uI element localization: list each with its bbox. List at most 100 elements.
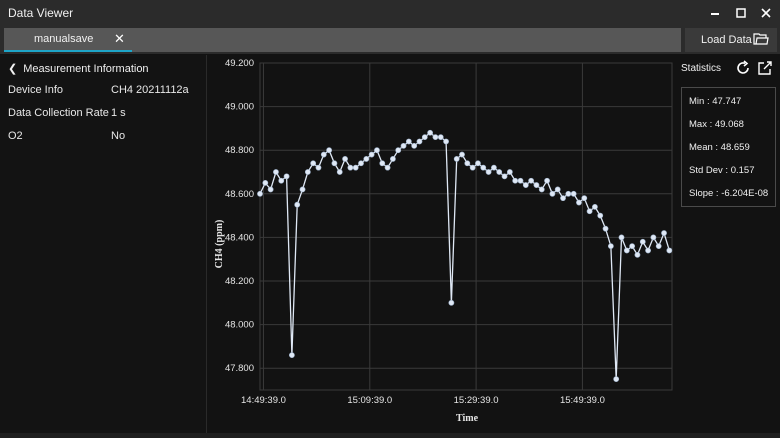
data-point [384, 164, 391, 171]
stat-max: Max : 49.068 [689, 119, 744, 130]
tab-close-button[interactable]: ✕ [114, 31, 125, 47]
data-point [581, 195, 588, 202]
data-point [427, 129, 434, 136]
data-point [592, 203, 598, 210]
o2-value: No [111, 130, 126, 142]
data-point [666, 247, 673, 254]
data-point [459, 151, 465, 158]
y-tick-label: 48.000 [225, 320, 254, 331]
y-tick-label: 49.200 [225, 58, 254, 69]
data-point [570, 190, 577, 197]
data-point [358, 160, 364, 167]
title-bar: Data Viewer [0, 0, 780, 27]
data-point [411, 142, 418, 149]
stat-std-dev: Std Dev : 0.157 [689, 165, 755, 176]
data-point [352, 164, 359, 171]
data-point [320, 151, 327, 158]
data-point [485, 169, 492, 175]
data-point [602, 225, 609, 232]
active-tab-indicator [4, 50, 132, 52]
o2-label: O2 [8, 130, 23, 142]
data-point [336, 169, 343, 175]
y-tick-label: 49.000 [225, 102, 254, 113]
measurement-header[interactable]: ❮ Measurement Information [8, 62, 149, 75]
x-tick-label: 15:29:39.0 [454, 395, 499, 406]
plot-frame [259, 62, 673, 391]
y-tick-label: 48.200 [225, 276, 254, 287]
data-point [506, 169, 513, 175]
measurement-panel: ❮ Measurement Information Device Info CH4… [0, 55, 207, 433]
data-point [432, 134, 439, 141]
y-tick-label: 47.800 [225, 363, 254, 374]
data-point [262, 180, 269, 186]
stat-mean: Mean : 48.659 [689, 142, 750, 153]
data-point [453, 156, 460, 162]
data-point [448, 299, 455, 306]
refresh-button[interactable] [734, 59, 752, 77]
data-point [469, 164, 476, 171]
data-point [528, 177, 535, 184]
data-point [310, 160, 317, 167]
data-point [304, 169, 311, 175]
data-point [363, 156, 370, 162]
load-data-button[interactable]: Load Data [685, 28, 777, 52]
y-tick-label: 48.600 [225, 189, 254, 200]
data-point [331, 160, 338, 167]
chart-area: 49.200 49.000 48.800 48.600 48.400 48.200 48.0… [206, 55, 676, 433]
data-point [491, 164, 497, 171]
device-info-label: Device Info [8, 84, 64, 96]
data-point [645, 247, 651, 254]
data-point [405, 138, 412, 145]
data-point [390, 156, 396, 162]
data-point [299, 186, 306, 193]
measurement-header-label: Measurement Information [23, 63, 149, 75]
y-tick-label: 48.800 [225, 145, 254, 156]
close-icon [761, 6, 771, 21]
stat-slope: Slope : -6.204E-08 [689, 188, 769, 199]
data-point [576, 199, 582, 206]
export-button[interactable] [756, 59, 774, 77]
data-point [634, 251, 641, 258]
stat-min: Min : 47.747 [689, 96, 742, 107]
data-point [544, 177, 550, 184]
maximize-button[interactable] [728, 0, 754, 27]
data-point [639, 238, 646, 245]
data-point [257, 190, 263, 197]
data-point [655, 243, 662, 250]
data-point [464, 160, 471, 167]
data-point [533, 182, 540, 188]
app-window: Data Viewer manualsave ✕ Load Data ❮ Mea… [0, 0, 780, 433]
statistics-title: Statistics [681, 63, 722, 74]
minimize-icon [710, 6, 720, 21]
data-point [400, 142, 407, 149]
data-point [374, 147, 380, 154]
data-point [437, 134, 444, 141]
data-point [294, 201, 301, 208]
data-point [273, 169, 279, 175]
data-point [443, 138, 449, 145]
data-point [267, 186, 274, 193]
x-tick-label: 15:09:39.0 [347, 395, 392, 406]
refresh-icon [734, 60, 752, 81]
data-point [517, 177, 524, 184]
data-point [379, 160, 386, 167]
statistics-panel: Statistics Min : 47.747 Max : 49.068 Mea… [676, 55, 780, 433]
series-line [259, 131, 670, 380]
close-window-button[interactable] [753, 0, 779, 27]
data-point [278, 177, 285, 184]
ch4-chart: 49.200 49.000 48.800 48.600 48.400 48.200 48.0… [214, 58, 673, 424]
data-point [554, 186, 561, 193]
data-point [347, 164, 354, 171]
statistics-box: Min : 47.747 Max : 49.068 Mean : 48.659 … [681, 87, 776, 207]
window-title: Data Viewer [8, 6, 74, 20]
data-point [326, 147, 333, 154]
minimize-button[interactable] [702, 0, 728, 27]
data-point [416, 138, 423, 145]
data-point [283, 173, 290, 180]
tab-label: manualsave [34, 33, 94, 45]
data-point [538, 186, 545, 193]
tab-manualsave[interactable]: manualsave ✕ [4, 28, 132, 52]
maximize-icon [736, 6, 746, 21]
data-point [475, 160, 481, 167]
device-info-value: CH4 20211112a [111, 84, 189, 96]
